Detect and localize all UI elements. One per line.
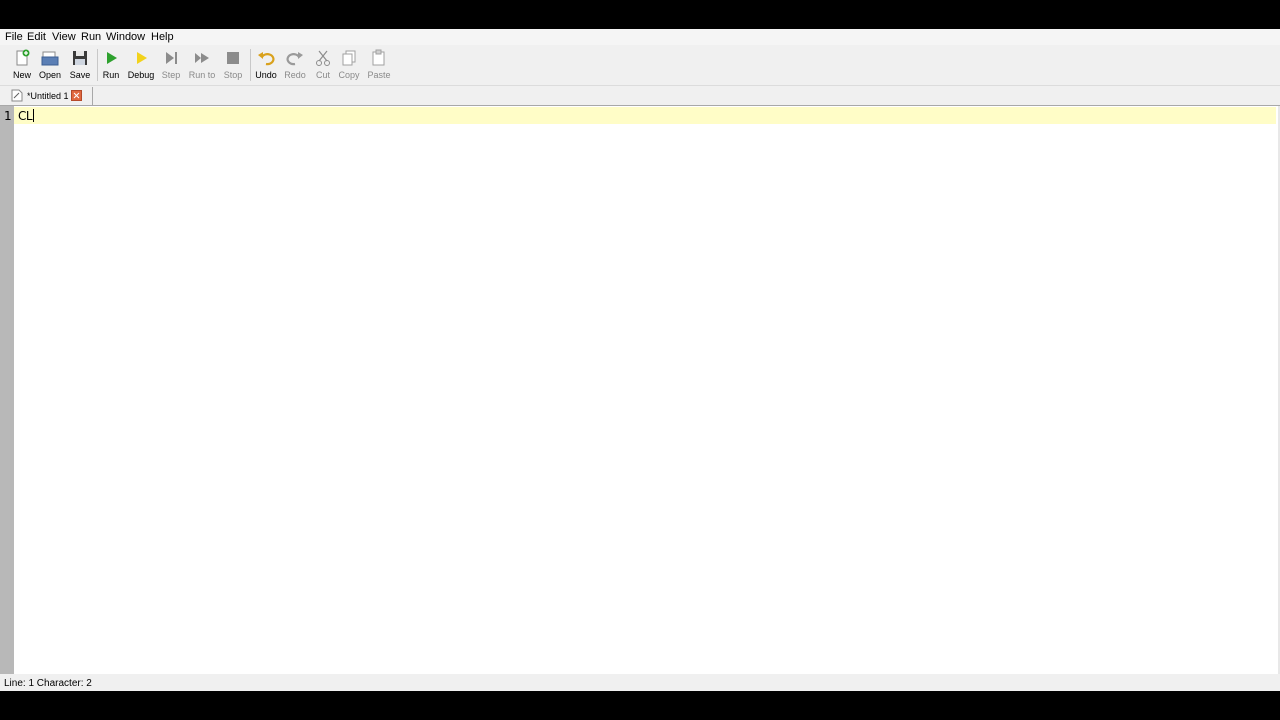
stop-icon [227,52,239,64]
tab-title: *Untitled 1 [27,91,69,101]
open-folder-icon [41,51,59,66]
menu-file[interactable]: File [5,31,23,43]
save-disk-icon [73,51,87,65]
tab-untitled-1[interactable]: *Untitled 1 [8,87,93,105]
undo-button[interactable]: Undo [250,45,282,85]
close-tab-icon[interactable] [71,90,82,101]
current-line-highlight [14,107,1276,124]
paste-icon [372,49,385,66]
new-label: New [12,70,32,80]
menu-run[interactable]: Run [81,31,101,43]
save-label: Save [69,70,91,80]
undo-icon [258,52,275,66]
code-editor[interactable]: 1 CL [0,106,1280,674]
menu-help[interactable]: Help [151,31,174,43]
run-to-icon [195,53,209,63]
stop-label: Stop [223,70,243,80]
document-icon [11,89,23,102]
stop-button[interactable]: Stop [217,45,249,85]
ide-window: File Edit View Run Window Help New Open [0,29,1280,691]
step-button[interactable]: Step [155,45,187,85]
open-label: Open [38,70,62,80]
text-caret [33,109,35,122]
undo-label: Undo [255,70,277,80]
cursor-position-status: Line: 1 Character: 2 [4,678,92,689]
run-button[interactable]: Run [95,45,127,85]
status-bar: Line: 1 Character: 2 [0,676,1280,691]
line-number: 1 [4,109,12,123]
debug-button[interactable]: Debug [125,45,157,85]
run-to-button[interactable]: Run to [186,45,218,85]
menu-view[interactable]: View [52,31,76,43]
menu-edit[interactable]: Edit [27,31,46,43]
scissors-icon [316,50,330,66]
line-number-gutter [0,106,14,674]
tab-bar: *Untitled 1 [0,86,1280,106]
toolbar: New Open Save Run Debug Step Run to Stop… [0,45,1280,86]
save-button[interactable]: Save [64,45,96,85]
open-button[interactable]: Open [34,45,66,85]
debug-icon [137,52,147,64]
paste-label: Paste [367,70,391,80]
cut-label: Cut [315,70,331,80]
copy-label: Copy [338,70,360,80]
menu-window[interactable]: Window [106,31,145,43]
run-label: Run [102,70,120,80]
copy-icon [342,50,356,66]
run-to-label: Run to [188,70,216,80]
copy-button[interactable]: Copy [333,45,365,85]
redo-label: Redo [284,70,306,80]
menu-bar: File Edit View Run Window Help [0,29,1280,45]
debug-label: Debug [127,70,155,80]
play-icon [107,52,117,64]
paste-button[interactable]: Paste [363,45,395,85]
code-text: CL [18,109,33,123]
code-line-1[interactable]: CL [18,109,35,123]
new-file-icon [16,49,30,66]
step-label: Step [161,70,181,80]
redo-icon [286,52,303,66]
step-icon [166,52,177,64]
